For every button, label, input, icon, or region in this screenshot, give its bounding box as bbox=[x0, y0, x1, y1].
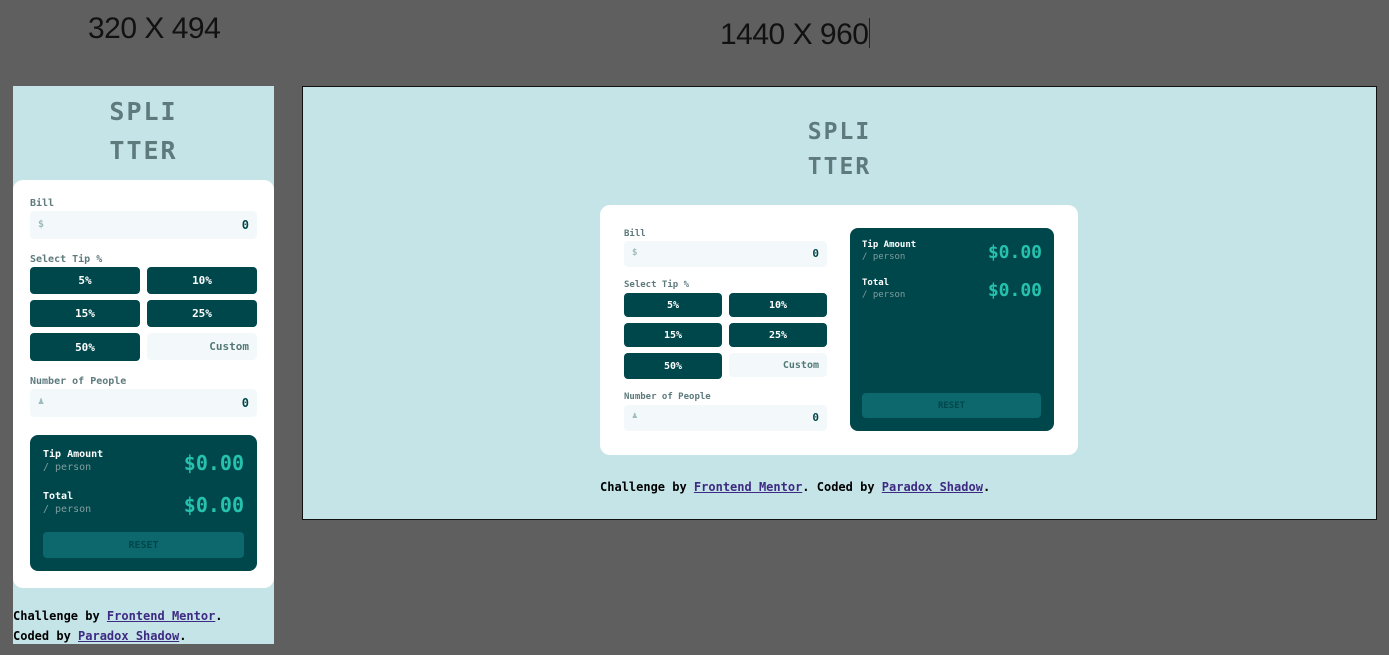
tip-per-person: / person bbox=[43, 462, 92, 473]
bill-value: 0 bbox=[241, 218, 249, 232]
person-icon: ♟ bbox=[38, 396, 45, 407]
bill-label: Bill bbox=[30, 198, 55, 209]
people-value: 0 bbox=[812, 411, 819, 424]
dollar-icon: $ bbox=[632, 248, 638, 258]
total-label: Total bbox=[43, 491, 74, 502]
calculator-card: Bill $ 0 Select Tip % 5% 10% 15% 25% 50%… bbox=[600, 205, 1078, 455]
credit-suffix: . bbox=[982, 480, 991, 494]
mobile-size-label: 320 X 494 bbox=[88, 12, 221, 45]
logo-line-1: SPLI bbox=[807, 119, 872, 145]
desktop-size-text: 1440 X 960 bbox=[720, 18, 869, 51]
people-label: Number of People bbox=[624, 392, 711, 402]
author-link[interactable]: Paradox Shadow bbox=[78, 629, 179, 643]
desktop-size-label: 1440 X 960 bbox=[720, 18, 871, 52]
total-value: $0.00 bbox=[183, 493, 244, 517]
reset-button[interactable]: RESET bbox=[862, 393, 1041, 418]
total-label: Total bbox=[862, 278, 890, 288]
people-input[interactable]: ♟ 0 bbox=[624, 405, 827, 431]
frontend-mentor-link[interactable]: Frontend Mentor bbox=[694, 480, 802, 494]
total-value: $0.00 bbox=[987, 280, 1042, 301]
logo: SPLI TTER bbox=[13, 92, 274, 170]
mobile-preview: SPLI TTER Bill $ 0 Select Tip % 5% 10% 1… bbox=[13, 86, 274, 644]
reset-button[interactable]: RESET bbox=[43, 532, 244, 558]
person-icon: ♟ bbox=[632, 411, 638, 421]
custom-tip-input[interactable]: Custom bbox=[147, 333, 257, 360]
tip-25-button[interactable]: 25% bbox=[729, 323, 827, 347]
total-per-person: / person bbox=[43, 504, 92, 515]
tip-per-person: / person bbox=[862, 252, 906, 262]
credit-prefix: Challenge by bbox=[600, 480, 694, 494]
tip-options: 5% 10% 15% 25% 50% Custom bbox=[30, 267, 257, 361]
tip-5-button[interactable]: 5% bbox=[30, 267, 140, 294]
credit-prefix: Challenge by bbox=[13, 609, 107, 623]
result-panel: Tip Amount / person $0.00 Total / person… bbox=[850, 228, 1054, 431]
people-input[interactable]: ♟ 0 bbox=[30, 389, 257, 417]
tip-amount-label: Tip Amount bbox=[862, 240, 917, 250]
logo-line-2: TTER bbox=[109, 136, 178, 165]
tip-label: Select Tip % bbox=[30, 254, 103, 265]
tip-options: 5% 10% 15% 25% 50% Custom bbox=[624, 293, 827, 379]
tip-15-button[interactable]: 15% bbox=[624, 323, 722, 347]
credit-dot: . bbox=[215, 609, 223, 623]
bill-input[interactable]: $ 0 bbox=[30, 211, 257, 239]
tip-50-button[interactable]: 50% bbox=[30, 333, 140, 361]
tip-amount-value: $0.00 bbox=[987, 242, 1042, 263]
people-label: Number of People bbox=[30, 376, 127, 387]
tip-label: Select Tip % bbox=[624, 280, 690, 290]
people-value: 0 bbox=[241, 396, 249, 410]
logo-line-1: SPLI bbox=[109, 97, 178, 126]
tip-10-button[interactable]: 10% bbox=[147, 267, 257, 294]
logo-line-2: TTER bbox=[807, 154, 872, 180]
total-per-person: / person bbox=[862, 290, 906, 300]
tip-25-button[interactable]: 25% bbox=[147, 300, 257, 327]
bill-label: Bill bbox=[624, 229, 646, 239]
result-panel: Tip Amount / person $0.00 Total / person… bbox=[30, 435, 257, 571]
credit-middle: . Coded by bbox=[802, 480, 882, 494]
custom-tip-input[interactable]: Custom bbox=[729, 353, 827, 377]
tip-50-button[interactable]: 50% bbox=[624, 353, 722, 379]
logo: SPLI TTER bbox=[303, 115, 1376, 185]
bill-value: 0 bbox=[812, 247, 819, 260]
tip-amount-label: Tip Amount bbox=[43, 449, 104, 460]
desktop-preview: SPLI TTER Bill $ 0 Select Tip % 5% 10% 1… bbox=[302, 86, 1377, 520]
tip-15-button[interactable]: 15% bbox=[30, 300, 140, 327]
bill-input[interactable]: $ 0 bbox=[624, 241, 827, 267]
frontend-mentor-link[interactable]: Frontend Mentor bbox=[107, 609, 215, 623]
author-link[interactable]: Paradox Shadow bbox=[882, 480, 983, 494]
tip-amount-value: $0.00 bbox=[183, 451, 244, 475]
credit-suffix: . bbox=[179, 629, 187, 643]
tip-5-button[interactable]: 5% bbox=[624, 293, 722, 317]
credit: Challenge by Frontend Mentor. Coded by P… bbox=[600, 480, 990, 494]
dollar-icon: $ bbox=[38, 219, 45, 230]
text-cursor bbox=[869, 18, 871, 48]
calculator-card: Bill $ 0 Select Tip % 5% 10% 15% 25% 50%… bbox=[13, 180, 274, 588]
credit: Challenge by Frontend Mentor. Coded by P… bbox=[13, 606, 268, 644]
credit-coded-by: Coded by bbox=[13, 629, 79, 643]
tip-10-button[interactable]: 10% bbox=[729, 293, 827, 317]
